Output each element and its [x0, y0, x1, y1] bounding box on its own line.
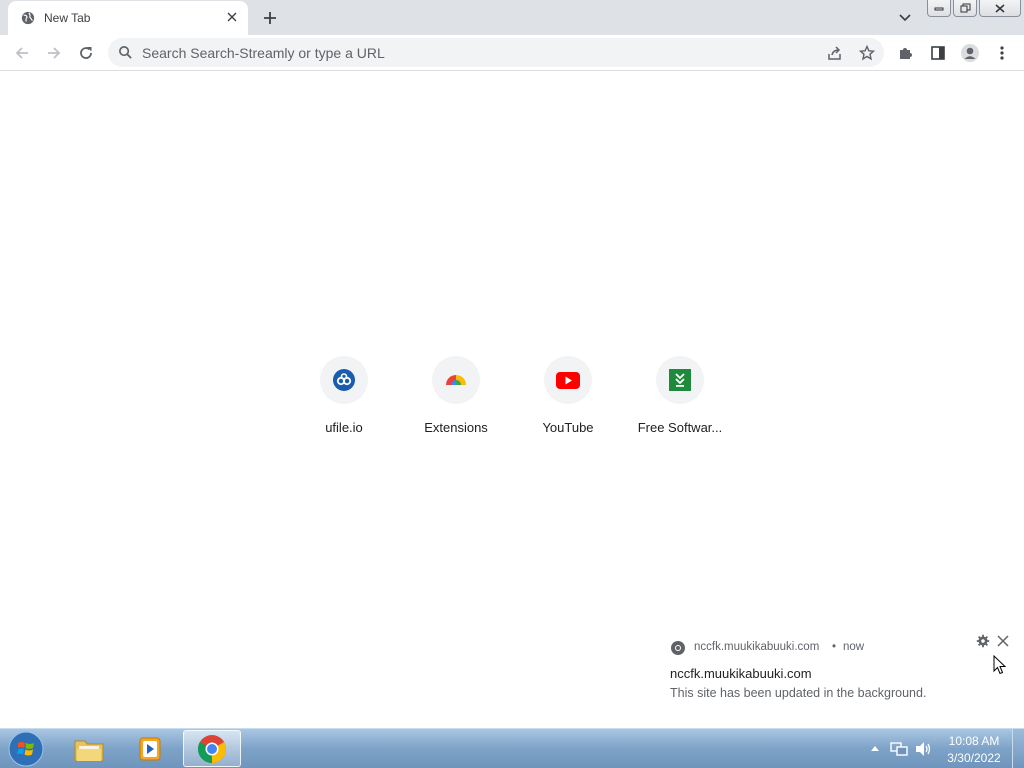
shortcut-label: ufile.io [325, 420, 363, 435]
notification-separator: • [832, 641, 837, 653]
tab-close-icon[interactable] [224, 9, 240, 25]
taskbar-explorer[interactable] [60, 730, 118, 767]
show-desktop-button[interactable] [1012, 729, 1024, 768]
reload-icon [80, 47, 92, 59]
shortcut-extensions[interactable]: Extensions [400, 356, 512, 446]
new-tab-button[interactable] [258, 6, 282, 30]
volume-icon[interactable] [914, 741, 932, 757]
start-button[interactable] [6, 731, 46, 767]
mouse-cursor-icon [993, 655, 1007, 675]
shortcut-icon-bg [432, 356, 480, 404]
omnibox-placeholder: Search Search-Streamly or type a URL [142, 45, 385, 61]
windows-start-icon [8, 731, 44, 767]
shortcut-label: Extensions [424, 420, 488, 435]
close-icon[interactable] [996, 634, 1010, 648]
arrow-right-icon [48, 47, 61, 59]
explorer-icon [74, 740, 104, 761]
taskbar-chrome[interactable] [183, 730, 241, 767]
shortcut-ufile[interactable]: ufile.io [288, 356, 400, 446]
window-controls [927, 0, 1021, 18]
kebab-menu-icon [1000, 46, 1004, 60]
shortcut-icon-bg [544, 356, 592, 404]
site-notification[interactable]: nccfk.muukikabuuki.com • now nccfk.muuki… [660, 628, 1024, 726]
shortcut-label: YouTube [542, 420, 594, 435]
share-button[interactable] [821, 39, 848, 66]
forward-button[interactable] [40, 39, 68, 67]
youtube-icon [556, 371, 580, 389]
clock-date[interactable]: 3/30/2022 [944, 751, 1004, 765]
notification-time: now [843, 641, 865, 653]
reload-button[interactable] [72, 39, 100, 67]
share-icon [827, 45, 841, 60]
tab-new-tab[interactable]: New Tab [8, 1, 248, 35]
shortcut-tiles: ufile.io Extensions YouTube Free Softwar… [288, 356, 736, 446]
chrome-extensions-icon [446, 375, 466, 385]
system-tray: 10:08 AM 3/30/2022 [866, 729, 1016, 768]
clock-time[interactable]: 10:08 AM [944, 734, 1004, 748]
close-icon [995, 3, 1005, 13]
side-panel-icon [931, 46, 945, 60]
notification-body: This site has been updated in the backgr… [670, 686, 927, 700]
restore-button[interactable] [953, 0, 977, 17]
side-panel-button[interactable] [924, 39, 952, 67]
gear-icon[interactable] [976, 634, 990, 648]
tab-title: New Tab [44, 11, 91, 25]
notification-title: nccfk.muukikabuuki.com [670, 666, 812, 681]
search-icon [119, 46, 132, 59]
bookmark-button[interactable] [853, 39, 880, 66]
chrome-icon [671, 641, 685, 655]
desktop: New Tab Search Search-Streamly or type a… [0, 0, 1024, 768]
tab-search-button[interactable] [893, 6, 917, 30]
extensions-button[interactable] [892, 39, 920, 67]
arrow-left-icon [15, 47, 28, 59]
chevron-down-icon [899, 14, 911, 22]
omnibox[interactable]: Search Search-Streamly or type a URL [108, 38, 884, 67]
taskbar-media-player[interactable] [121, 730, 179, 767]
puzzle-icon [900, 48, 912, 59]
shortcut-icon-bg [656, 356, 704, 404]
windows-taskbar: 10:08 AM 3/30/2022 [0, 728, 1024, 768]
person-icon [961, 44, 979, 62]
show-hidden-icons-icon[interactable] [870, 744, 880, 752]
menu-button[interactable] [988, 39, 1016, 67]
globe-icon [21, 11, 35, 25]
media-player-icon [139, 737, 161, 760]
browser-toolbar: Search Search-Streamly or type a URL [0, 35, 1024, 71]
restore-icon [960, 3, 970, 13]
shortcut-youtube[interactable]: YouTube [512, 356, 624, 446]
network-icon[interactable] [890, 741, 908, 757]
ufile-icon [333, 369, 355, 391]
tab-strip: New Tab [0, 0, 1024, 35]
shortcut-free-software[interactable]: Free Softwar... [624, 356, 736, 446]
chrome-icon [198, 734, 226, 763]
star-icon [858, 44, 875, 60]
close-window-button[interactable] [979, 0, 1021, 17]
plus-icon [264, 12, 276, 24]
shortcut-label: Free Softwar... [637, 420, 723, 435]
profile-button[interactable] [956, 39, 984, 67]
minimize-button[interactable] [927, 0, 951, 17]
back-button[interactable] [8, 39, 36, 67]
shortcut-icon-bg [320, 356, 368, 404]
minimize-icon [934, 7, 944, 11]
notification-origin: nccfk.muukikabuuki.com [694, 641, 820, 653]
download-arrow-icon [669, 369, 691, 391]
